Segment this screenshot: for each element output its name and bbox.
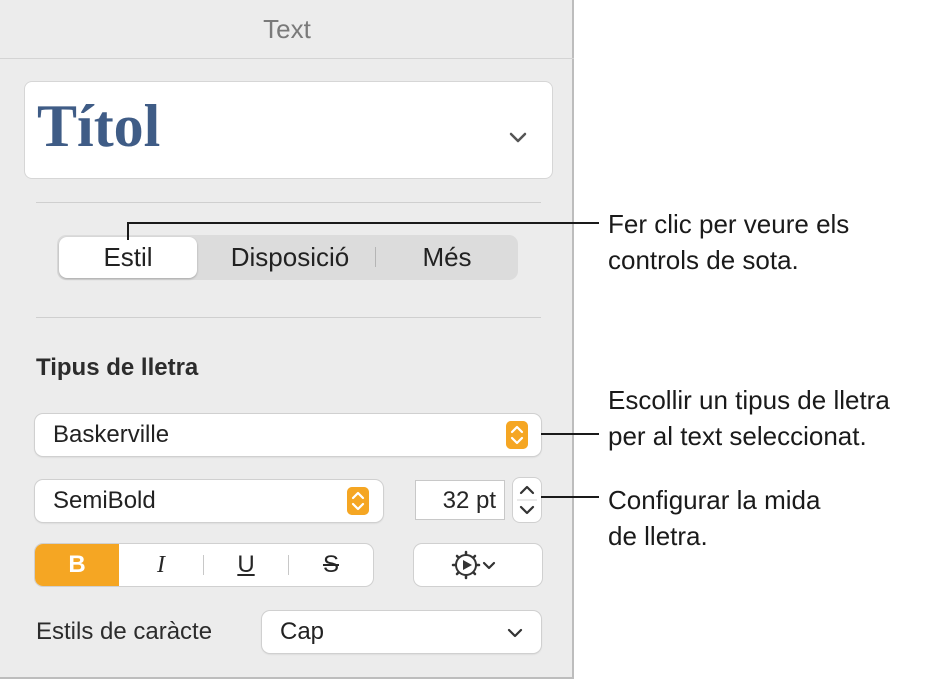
tab-more[interactable]: Més (377, 235, 517, 280)
text-format-panel: Text Títol Estil Disposició Més Tipus de… (0, 0, 574, 679)
panel-header-title: Text (0, 0, 574, 59)
advanced-options-button[interactable] (414, 544, 542, 586)
character-styles-label: Estils de caràcte (36, 618, 213, 645)
bold-button[interactable]: B (35, 544, 119, 586)
tab-separator (375, 247, 376, 267)
callout-text: de lletra. (608, 521, 708, 551)
tab-layout[interactable]: Disposició (205, 235, 375, 280)
callout-font: Escollir un tipus de lletra per al text … (608, 382, 890, 454)
font-section-title: Tipus de lletra (36, 354, 199, 381)
italic-button[interactable]: I (119, 544, 203, 586)
gear-icon (451, 550, 496, 580)
chevron-down-icon (509, 132, 527, 143)
callout-tabs: Fer clic per veure els controls de sota. (608, 206, 849, 278)
character-style-popup[interactable]: Cap (262, 611, 541, 653)
callout-line (541, 433, 599, 435)
callout-line (541, 496, 599, 498)
font-family-popup[interactable]: Baskerville (35, 414, 541, 456)
font-size-stepper[interactable] (513, 478, 541, 522)
chevron-down-icon (507, 628, 523, 638)
text-format-buttons: B I U S (35, 544, 373, 586)
callout-line (127, 222, 599, 224)
stepper-arrows-icon (517, 485, 537, 515)
callout-text: per al text seleccionat. (608, 421, 867, 451)
callout-text: controls de sota. (608, 245, 799, 275)
font-size-field[interactable]: 32 pt (415, 480, 505, 520)
tab-style[interactable]: Estil (59, 237, 197, 278)
font-family-value: Baskerville (53, 421, 170, 448)
callout-text: Escollir un tipus de lletra (608, 385, 890, 415)
strikethrough-button[interactable]: S (289, 544, 373, 586)
underline-button[interactable]: U (204, 544, 288, 586)
callout-text: Fer clic per veure els (608, 209, 850, 239)
font-weight-popup[interactable]: SemiBold (35, 480, 383, 522)
paragraph-style-selector[interactable]: Títol (24, 81, 553, 179)
callout-text: Configurar la mida (608, 485, 821, 515)
divider (36, 317, 541, 318)
up-down-arrows-icon (347, 487, 369, 515)
tab-bar: Estil Disposició Més (57, 235, 518, 280)
character-style-value: Cap (280, 618, 325, 645)
font-weight-value: SemiBold (53, 487, 156, 514)
callout-line (127, 224, 129, 240)
paragraph-style-preview: Títol (37, 93, 161, 159)
up-down-arrows-icon (506, 421, 528, 449)
divider (36, 202, 541, 203)
font-size-value: 32 pt (442, 487, 496, 514)
callout-size: Configurar la mida de lletra. (608, 482, 820, 554)
